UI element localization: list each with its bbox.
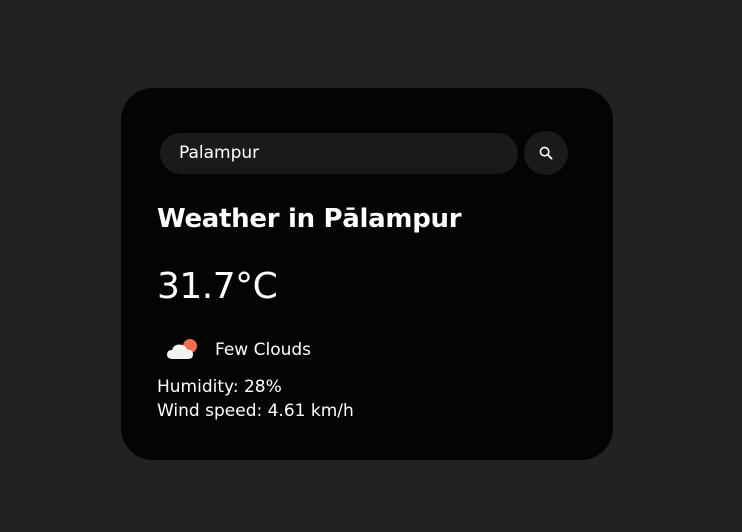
search-button[interactable] [524,131,568,175]
few-clouds-icon [167,339,197,359]
search-icon [539,146,553,160]
wind-speed-text: Wind speed: 4.61 km/h [157,401,354,421]
search-input[interactable] [160,132,518,174]
temperature: 31.7°C [157,266,278,307]
city-title: Weather in Pālampur [157,204,462,234]
humidity-text: Humidity: 28% [157,377,282,397]
weather-card: Weather in Pālampur 31.7°C Few Clouds Hu… [121,88,613,460]
weather-description: Few Clouds [215,340,312,360]
search-bar [160,131,568,175]
weather-condition: Few Clouds [164,337,311,363]
